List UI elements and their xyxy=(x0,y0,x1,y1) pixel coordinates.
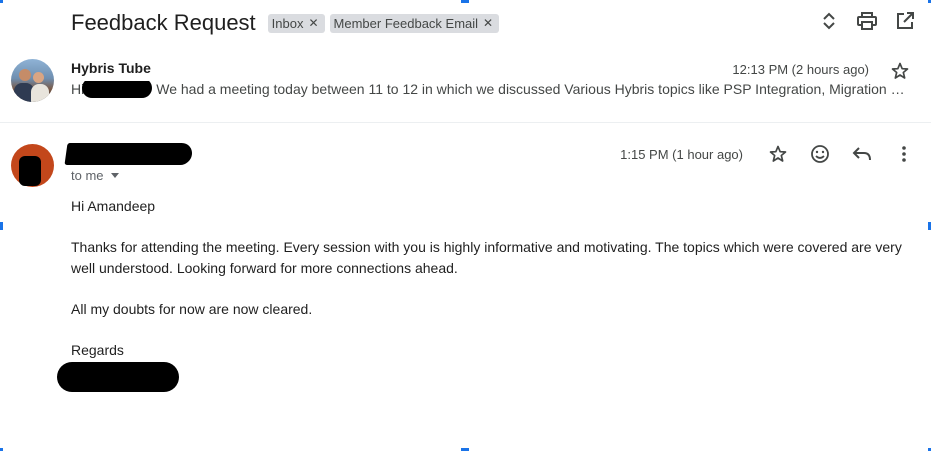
snippet-text: We had a meeting today between 11 to 12 … xyxy=(156,81,909,97)
open-new-window-icon[interactable] xyxy=(895,11,915,31)
chevron-down-icon xyxy=(110,173,119,178)
label-chip-inbox[interactable]: Inbox ✕ xyxy=(267,13,325,33)
message-divider xyxy=(0,122,931,123)
label-name: Member Feedback Email xyxy=(333,15,479,31)
thread-toolbar xyxy=(819,11,915,31)
sender-name: Hybris Tube xyxy=(71,60,151,76)
thread-subject: Feedback Request xyxy=(71,10,256,35)
close-icon[interactable]: ✕ xyxy=(483,16,493,30)
redaction-mark xyxy=(19,156,41,186)
close-icon[interactable]: ✕ xyxy=(308,16,318,30)
body-paragraph: Thanks for attending the meeting. Every … xyxy=(71,239,902,276)
more-options-icon[interactable] xyxy=(894,144,914,164)
reply-icon[interactable] xyxy=(852,144,872,164)
expand-collapse-icon[interactable] xyxy=(819,11,839,31)
message-collapsed[interactable]: Hybris Tube Hi We had a meeting today bet… xyxy=(0,54,931,120)
star-icon[interactable] xyxy=(768,144,788,164)
message-time: 1:15 PM (1 hour ago) xyxy=(620,147,743,162)
message-actions xyxy=(768,144,914,164)
emoji-reaction-icon[interactable] xyxy=(810,144,830,164)
body-paragraph: All my doubts for now are now cleared. xyxy=(71,301,313,317)
selection-handle-top-left xyxy=(0,0,3,3)
message-time: 12:13 PM (2 hours ago) xyxy=(732,62,869,77)
selection-handle-middle-left xyxy=(0,222,3,230)
selection-handle-top-center xyxy=(461,0,469,3)
avatar xyxy=(11,59,54,102)
print-icon[interactable] xyxy=(857,11,877,31)
closing: Regards xyxy=(71,342,124,358)
message-body: Hi Amandeep Thanks for attending the mee… xyxy=(71,196,906,361)
recipient-details-toggle[interactable]: to me xyxy=(71,168,119,183)
greeting: Hi Amandeep xyxy=(71,198,156,214)
star-icon[interactable] xyxy=(890,61,910,81)
message-snippet: Hi We had a meeting today between 11 to 1… xyxy=(71,81,909,99)
sender-name-redacted xyxy=(64,143,194,165)
avatar xyxy=(11,144,54,187)
recipient-text: to me xyxy=(71,168,104,183)
label-chip-member-feedback-email[interactable]: Member Feedback Email ✕ xyxy=(329,13,500,33)
signature-redacted xyxy=(57,362,179,392)
label-name: Inbox xyxy=(271,15,304,31)
thread-header: Feedback Request Inbox ✕ Member Feedback… xyxy=(71,8,504,38)
redaction-mark xyxy=(82,81,153,99)
